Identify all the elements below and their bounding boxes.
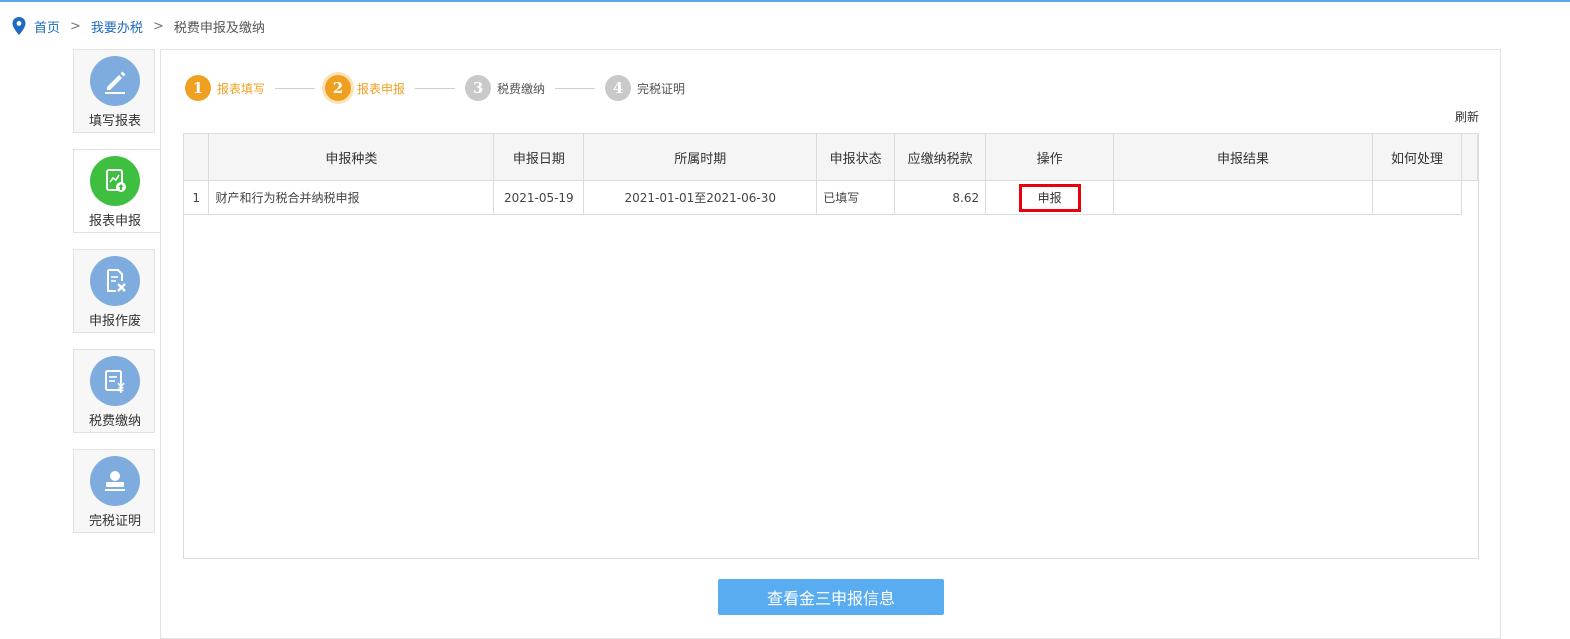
step-label: 报表申报 [357,81,406,96]
column-header-result: 申报结果 [1113,134,1373,181]
tax-payment-icon [90,356,140,406]
sidebar-item-label: 填写报表 [88,114,141,129]
stamp-certificate-icon [90,456,140,506]
breadcrumb-home[interactable]: 首页 [34,17,60,36]
column-header-scroll-spacer [1460,134,1479,181]
column-header-action: 操作 [985,134,1115,181]
step-label: 报表填写 [217,81,266,96]
row-action-cell: 申报 [985,180,1115,215]
row-amount: 8.62 [894,180,987,215]
refresh-link[interactable]: 刷新 [1455,108,1479,125]
sidebar-item-declare-void[interactable]: 申报作废 [73,249,155,333]
step-number: 4 [605,75,632,101]
row-result [1113,180,1373,215]
step-number: 2 [325,75,352,101]
sidebar-item-label: 税费缴纳 [88,414,141,429]
row-period: 2021-01-01至2021-06-30 [583,180,818,215]
column-header-status: 申报状态 [816,134,896,181]
column-header-period: 所属时期 [583,134,818,181]
column-header-type: 申报种类 [208,134,495,181]
table-header-row: 申报种类 申报日期 所属时期 申报状态 应缴纳税款 操作 申报结果 如何处理 [184,134,1479,181]
view-jinsan-declaration-button[interactable]: 查看金三申报信息 [718,579,944,615]
document-cancel-icon [90,256,140,306]
declare-button[interactable]: 申报 [1018,183,1081,212]
row-scroll-spacer [1461,181,1477,215]
progress-steps: 1 报表填写 2 报表申报 3 税费缴纳 4 完税证明 [185,74,685,102]
row-type: 财产和行为税合并纳税申报 [208,180,495,215]
breadcrumb-separator: > [70,18,81,34]
top-accent-line [0,0,1570,2]
row-date: 2021-05-19 [493,180,585,215]
step-label: 税费缴纳 [497,81,546,96]
table-row: 1 财产和行为税合并纳税申报 2021-05-19 2021-01-01至202… [184,180,1478,215]
sidebar-item-fill-report[interactable]: 填写报表 [73,49,155,133]
column-header-index [184,134,210,181]
breadcrumb: 首页 > 我要办税 > 税费申报及缴纳 [12,16,265,36]
step-number: 1 [185,75,211,101]
report-upload-icon [90,156,140,206]
column-header-date: 申报日期 [493,134,585,181]
step-tax-certificate: 4 完税证明 [605,75,685,101]
breadcrumb-tax-service[interactable]: 我要办税 [91,17,143,36]
step-fill-report: 1 报表填写 [185,75,265,101]
step-tax-payment: 3 税费缴纳 [465,75,545,101]
sidebar-item-tax-certificate[interactable]: 完税证明 [73,449,155,533]
location-pin-icon [12,17,26,35]
column-header-amount: 应缴纳税款 [894,134,987,181]
step-number: 3 [465,75,492,101]
step-report-declare: 2 报表申报 [325,75,405,101]
edit-pencil-icon [90,56,140,106]
column-header-handle: 如何处理 [1371,134,1462,181]
sidebar-item-tax-payment[interactable]: 税费缴纳 [73,349,155,433]
sidebar-item-report-declare[interactable]: 报表申报 [73,149,161,233]
breadcrumb-current: 税费申报及缴纳 [173,20,265,36]
row-status: 已填写 [816,180,896,215]
sidebar-item-label: 完税证明 [88,514,141,529]
declaration-table: 申报种类 申报日期 所属时期 申报状态 应缴纳税款 操作 申报结果 如何处理 1… [184,134,1479,215]
step-connector [275,87,316,89]
sidebar-item-label: 申报作废 [88,314,141,329]
row-handle [1371,180,1462,215]
row-index: 1 [184,180,210,215]
breadcrumb-separator: > [152,18,164,34]
sidebar-item-label: 报表申报 [88,214,141,229]
declaration-table-container: 申报种类 申报日期 所属时期 申报状态 应缴纳税款 操作 申报结果 如何处理 1… [183,133,1479,559]
step-connector [415,87,456,89]
step-connector [555,87,596,89]
step-label: 完税证明 [637,81,686,96]
